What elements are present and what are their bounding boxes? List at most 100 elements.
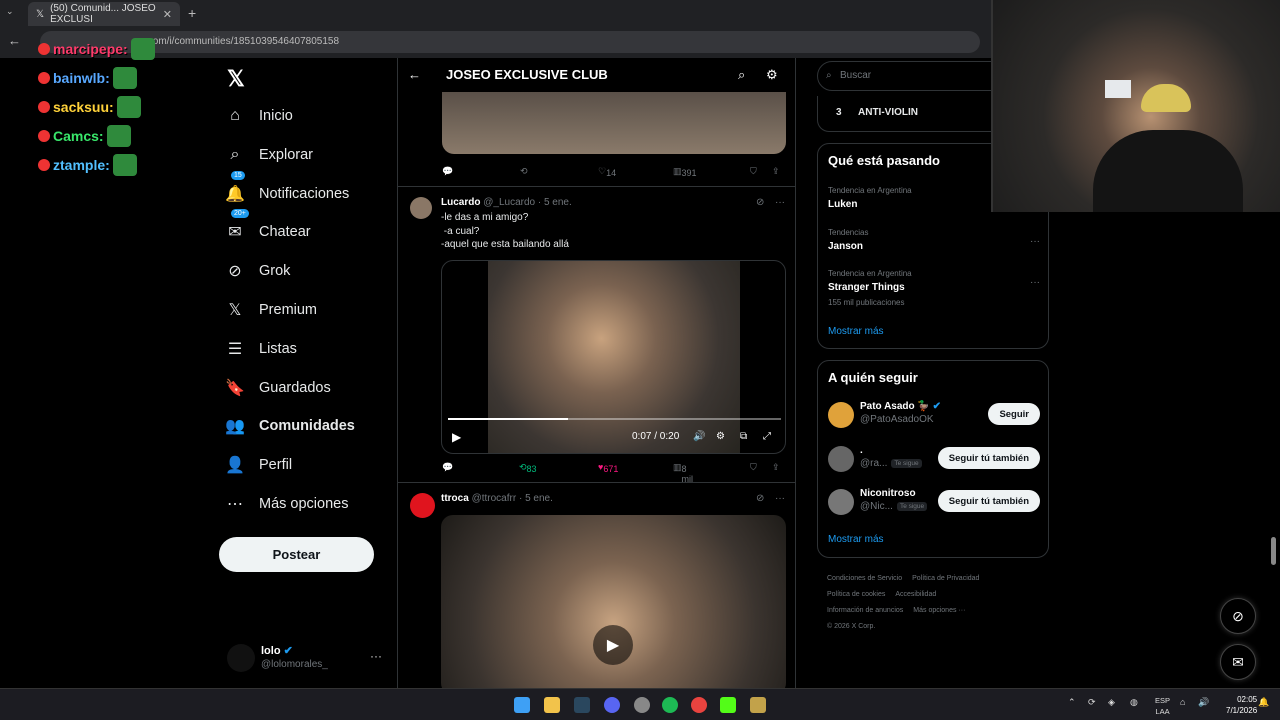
follow-suggestion[interactable]: . @ra... Te sigue Seguir tú también	[828, 443, 1040, 477]
search-icon[interactable]: ⌕	[738, 67, 745, 83]
bookmark-icon[interactable]: ⛉	[750, 462, 757, 473]
volume-icon[interactable]: 🔊	[1198, 697, 1209, 708]
views-button[interactable]: ▥ 391	[673, 166, 697, 178]
footer-link[interactable]: Información de anuncios	[827, 607, 903, 614]
follow-button[interactable]: Seguir	[988, 403, 1040, 425]
avatar[interactable]	[410, 493, 435, 518]
account-more-icon[interactable]: ···	[370, 649, 382, 663]
retweet-icon[interactable]: ⟲	[520, 166, 528, 177]
back-arrow-icon[interactable]: ←	[408, 67, 421, 82]
like-button[interactable]: ♡ 14	[598, 166, 616, 178]
grok-icon[interactable]: ⊘	[756, 197, 764, 208]
trend-item[interactable]: Tendencias Janson ···	[828, 228, 1040, 252]
reply-icon[interactable]: 💬	[442, 462, 453, 473]
fullscreen-icon[interactable]: ⤢	[763, 431, 771, 442]
tray-shield-icon[interactable]: ◈	[1108, 697, 1115, 708]
footer-link[interactable]: Accesibilidad	[895, 591, 936, 598]
nav-item-guardados[interactable]: 🔖 Guardados	[225, 373, 331, 403]
tweet-author[interactable]: Lucardo @_Lucardo · 5 ene.	[441, 197, 572, 208]
avatar[interactable]	[410, 197, 432, 219]
account-switcher[interactable]: lolo ✔ @lolomorales_ ···	[227, 640, 397, 680]
file-explorer-icon[interactable]	[544, 697, 560, 713]
more-options-icon[interactable]: ···	[1030, 236, 1040, 247]
discord-icon[interactable]	[604, 697, 620, 713]
steam-icon[interactable]	[574, 697, 590, 713]
clock[interactable]: 02:05 7/1/2026	[1226, 694, 1257, 716]
x-logo-icon[interactable]: 𝕏	[227, 66, 245, 92]
grok-icon[interactable]: ⊘	[756, 493, 764, 504]
nav-item-grok[interactable]: ⊘ Grok	[225, 256, 290, 286]
reply-icon[interactable]: 💬	[442, 166, 453, 177]
play-icon[interactable]: ▶	[452, 430, 461, 444]
footer-link[interactable]: Más opciones ···	[913, 607, 965, 614]
tray-sync-icon[interactable]: ⟳	[1088, 697, 1096, 708]
windows-start-icon[interactable]	[514, 697, 530, 713]
tweet-media-image[interactable]	[442, 92, 786, 154]
retweet-button[interactable]: ⟲ 83	[519, 462, 537, 474]
footer-link[interactable]: Política de Privacidad	[912, 575, 979, 582]
wifi-icon[interactable]: ⌂	[1180, 697, 1185, 707]
more-options-icon[interactable]: ···	[1030, 277, 1040, 288]
app-icon[interactable]	[750, 697, 766, 713]
share-icon[interactable]: ⇪	[772, 462, 780, 473]
nav-item-inicio[interactable]: ⌂ Inicio	[225, 101, 293, 131]
browser-back-icon[interactable]: ←	[8, 33, 21, 48]
follow-suggestion[interactable]: Pato Asado 🦆 ✔ @PatoAsadoOK Seguir	[828, 399, 1040, 433]
new-tab-button[interactable]: +	[188, 5, 196, 21]
views-button[interactable]: ▥ 8 mil	[673, 462, 693, 484]
tray-app-icon[interactable]: ◍	[1130, 697, 1138, 708]
browser-tab[interactable]: 𝕏 (50) Comunid... JOSEO EXCLUSI ✕	[28, 2, 180, 26]
chrome-icon[interactable]	[691, 697, 707, 713]
notification-icon[interactable]: 🔔	[1258, 697, 1269, 708]
play-icon[interactable]: ▶	[593, 625, 633, 665]
nav-item-notificaciones[interactable]: 🔔 15 Notificaciones	[225, 170, 350, 209]
nav-item-listas[interactable]: ☰ Listas	[225, 334, 297, 364]
nav-item-perfil[interactable]: 👤 Perfil	[225, 450, 292, 480]
language-indicator[interactable]: ESP LAA	[1155, 695, 1170, 717]
footer-link[interactable]: © 2026 X Corp.	[827, 623, 875, 630]
avatar	[828, 489, 854, 515]
spotify-icon[interactable]	[662, 697, 678, 713]
tab-close-icon[interactable]: ✕	[163, 8, 172, 21]
volume-icon[interactable]: 🔊	[693, 431, 705, 442]
post-button[interactable]: Postear	[219, 537, 374, 572]
kick-icon[interactable]	[720, 697, 736, 713]
nav-item-explorar[interactable]: ⌕ Explorar	[225, 140, 313, 170]
rule-number: 3	[836, 107, 842, 118]
share-icon[interactable]: ⇪	[772, 166, 780, 177]
video-progress-bar[interactable]	[448, 418, 781, 420]
settings-icon[interactable]: ⚙	[716, 431, 725, 442]
more-options-icon[interactable]: ···	[775, 493, 785, 504]
account-name: lolo ✔	[261, 645, 293, 657]
trend-name: Janson	[828, 241, 864, 252]
tweet-author[interactable]: ttroca @ttrocafrr · 5 ene.	[441, 493, 553, 504]
footer-link[interactable]: Política de cookies	[827, 591, 885, 598]
follow-button[interactable]: Seguir tú también	[937, 447, 1040, 469]
webcam-light	[1105, 80, 1131, 98]
obs-icon[interactable]	[634, 697, 650, 713]
gear-icon[interactable]: ⚙	[766, 67, 778, 83]
like-button[interactable]: ♥ 671	[598, 462, 618, 474]
nav-item-premium[interactable]: 𝕏 Premium	[225, 295, 317, 325]
tab-search-icon[interactable]: ⌄	[6, 6, 14, 17]
follow-button[interactable]: Seguir tú también	[937, 490, 1040, 512]
messages-float-button[interactable]: ✉	[1220, 644, 1256, 680]
video-player[interactable]: ▶	[441, 515, 786, 688]
nav-item-chatear[interactable]: ✉ 20+ Chatear	[225, 209, 311, 247]
nav-item-más-opciones[interactable]: ⋯ Más opciones	[225, 489, 348, 519]
nav-item-label: Comunidades	[259, 418, 355, 435]
video-player[interactable]: ▶ 0:07 / 0:20 🔊 ⚙ ⧉ ⤢	[441, 260, 786, 454]
bookmark-icon[interactable]: ⛉	[750, 166, 757, 177]
scrollbar-thumb[interactable]	[1271, 537, 1276, 565]
more-options-icon[interactable]: ···	[775, 197, 785, 208]
tray-chevron-icon[interactable]: ⌃	[1068, 697, 1076, 708]
nav-item-label: Notificaciones	[259, 185, 350, 202]
nav-item-comunidades[interactable]: 👥 Comunidades	[225, 411, 355, 441]
footer-link[interactable]: Condiciones de Servicio	[827, 575, 902, 582]
grok-float-button[interactable]: ⊘	[1220, 598, 1256, 634]
show-more-link[interactable]: Mostrar más	[828, 326, 884, 337]
pip-icon[interactable]: ⧉	[740, 431, 747, 442]
show-more-link[interactable]: Mostrar más	[828, 534, 884, 545]
follow-suggestion[interactable]: Niconitroso @Nic... Te sigue Seguir tú tamb…	[828, 486, 1040, 520]
trend-item[interactable]: Tendencia en Argentina Stranger Things 155…	[828, 269, 1040, 307]
